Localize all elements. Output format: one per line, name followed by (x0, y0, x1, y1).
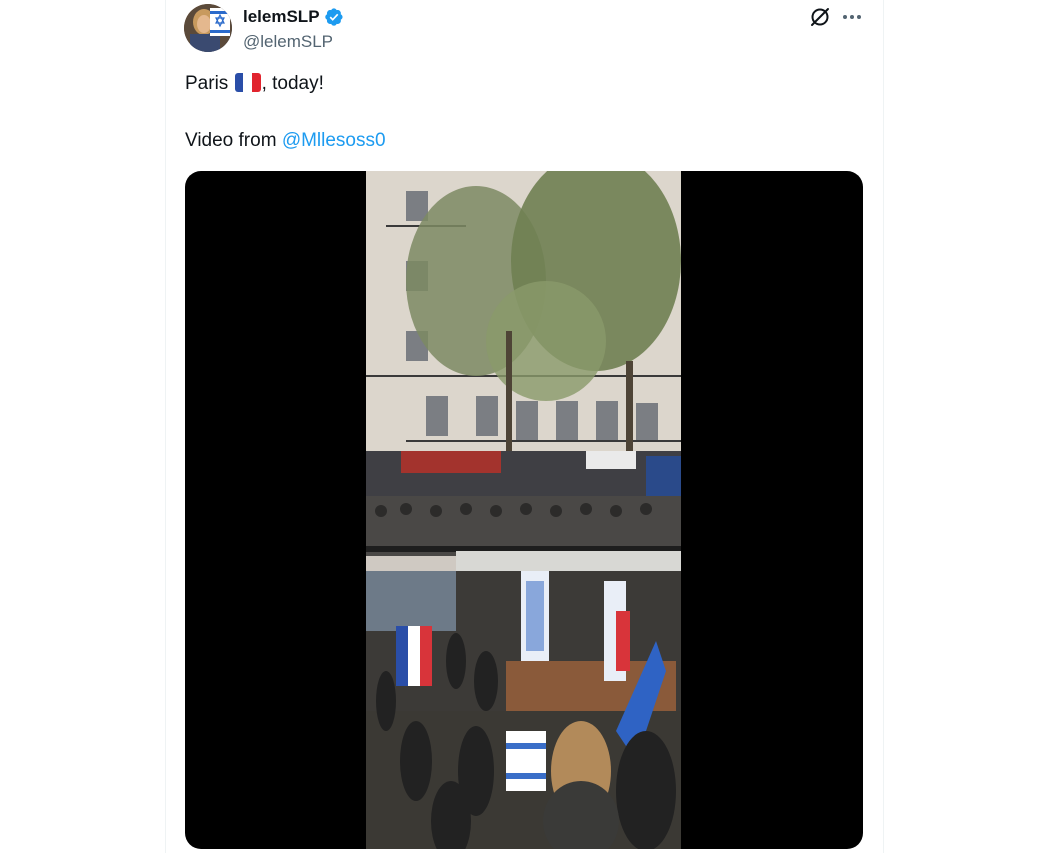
author-block: lelemSLP @lelemSLP (243, 6, 344, 52)
video-scene-image (366, 171, 681, 849)
more-options-icon[interactable] (840, 5, 864, 29)
video-credit-prefix: Video from (185, 130, 282, 151)
handle[interactable]: @lelemSLP (243, 32, 344, 52)
display-name-row: lelemSLP (243, 6, 344, 28)
tweet-page: lelemSLP @lelemSLP Paris , today! Video … (0, 0, 1050, 853)
tweet-text-prefix: Paris (185, 73, 234, 94)
mention-link[interactable]: @Mllesoss0 (282, 130, 386, 151)
tweet-line-1: Paris , today! (185, 72, 865, 96)
avatar[interactable] (184, 4, 232, 52)
video-player[interactable] (185, 171, 863, 849)
tweet-text-suffix: , today! (261, 73, 324, 94)
tweet-line-2: Video from @Mllesoss0 (185, 129, 865, 153)
verified-badge-icon[interactable] (324, 7, 344, 27)
avatar-image (184, 4, 232, 52)
video-frame (366, 171, 681, 849)
grok-icon[interactable] (808, 5, 832, 29)
flag-france-icon (234, 73, 261, 92)
display-name[interactable]: lelemSLP (243, 7, 320, 27)
tweet-text: Paris , today! Video from @Mllesoss0 (185, 72, 865, 153)
